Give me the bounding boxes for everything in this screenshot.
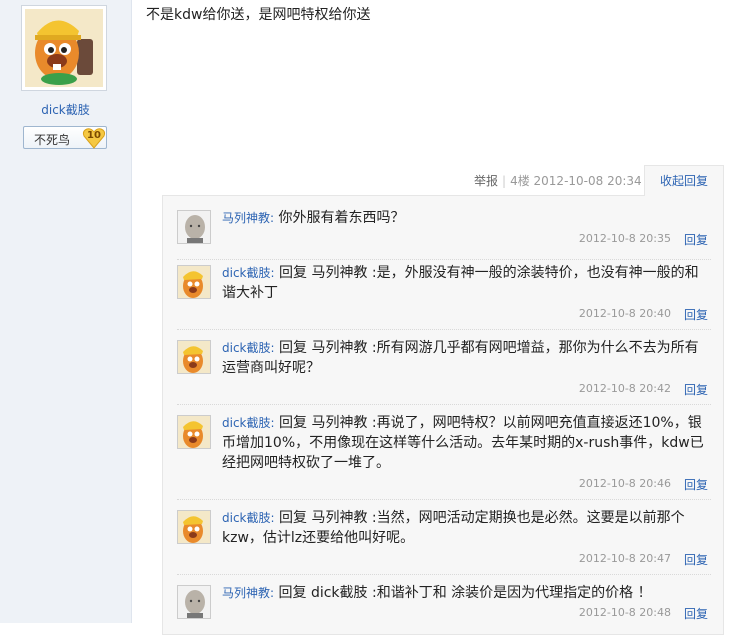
- post-content: 不是kdw给你送，是网吧特权给你送: [146, 7, 371, 23]
- reply-item: dick截肢: 回复 马列神教 :当然，网吧活动定期换也是必然。这要是以前那个k…: [177, 510, 711, 575]
- post-timestamp: 2012-10-08 20:34: [533, 174, 642, 188]
- reply-item: dick截肢: 回复 马列神教 :所有网游几乎都有网吧增益，那你为什么不去为所有…: [177, 340, 711, 405]
- reply-button[interactable]: 回复: [684, 605, 708, 622]
- reply-avatar[interactable]: [177, 340, 211, 374]
- beaver-avatar-icon: [25, 9, 103, 87]
- reply-username[interactable]: dick截肢:: [222, 511, 275, 525]
- reply-item: dick截肢: 回复 马列神教 :是，外服没有神一般的涂装特价，也没有神一般的和…: [177, 265, 711, 330]
- reply-timestamp: 2012-10-8 20:48: [578, 606, 671, 619]
- reply-body: dick截肢: 回复 马列神教 :再说了，网吧特权？以前网吧充值直接返还10%，…: [222, 413, 707, 473]
- reply-text: 回复 马列神教 :所有网游几乎都有网吧增益，那你为什么不去为所有运营商叫好呢？: [222, 340, 699, 376]
- beaver-avatar-icon: [178, 416, 210, 448]
- reply-username[interactable]: dick截肢:: [222, 416, 275, 430]
- reply-body: dick截肢: 回复 马列神教 :当然，网吧活动定期换也是必然。这要是以前那个k…: [222, 508, 707, 548]
- reply-avatar[interactable]: [177, 585, 211, 619]
- reply-username[interactable]: dick截肢:: [222, 266, 275, 280]
- post-meta: 举报 | 4楼 2012-10-08 20:34: [474, 172, 642, 189]
- reply-avatar[interactable]: [177, 415, 211, 449]
- reply-body: 马列神教: 回复 dick截肢 :和谐补丁和 涂装价是因为代理指定的价格 ！: [222, 583, 707, 603]
- rank-level-number: 10: [87, 130, 101, 141]
- reply-button[interactable]: 回复: [684, 231, 708, 248]
- reply-button[interactable]: 回复: [684, 551, 708, 568]
- reply-timestamp: 2012-10-8 20:47: [578, 552, 671, 565]
- reply-text: 回复 马列神教 :再说了，网吧特权？以前网吧充值直接返还10%，银币增加10%，…: [222, 415, 704, 471]
- reply-timestamp: 2012-10-8 20:35: [578, 232, 671, 245]
- beaver-avatar-icon: [178, 341, 210, 373]
- reply-text: 回复 马列神教 :当然，网吧活动定期换也是必然。这要是以前那个kzw，估计lz还…: [222, 510, 685, 546]
- collapse-replies-button[interactable]: 收起回复: [644, 165, 724, 196]
- reply-item: 马列神教: 你外服有着东西吗？ 2012-10-8 20:35 回复: [177, 210, 711, 260]
- author-sidebar: dick截肢 不死鸟 10: [0, 0, 132, 623]
- reply-item: 马列神教: 回复 dick截肢 :和谐补丁和 涂装价是因为代理指定的价格 ！ 2…: [177, 585, 711, 625]
- beaver-avatar-icon: [178, 266, 210, 298]
- reply-body: dick截肢: 回复 马列神教 :是，外服没有神一般的涂装特价，也没有神一般的和…: [222, 263, 707, 303]
- reply-avatar[interactable]: [177, 265, 211, 299]
- reply-timestamp: 2012-10-8 20:42: [578, 382, 671, 395]
- report-link[interactable]: 举报: [474, 174, 498, 188]
- author-username[interactable]: dick截肢: [0, 101, 131, 118]
- rank-badge[interactable]: 不死鸟 10: [23, 126, 107, 149]
- reply-body: 马列神教: 你外服有着东西吗？: [222, 208, 707, 228]
- reply-item: dick截肢: 回复 马列神教 :再说了，网吧特权？以前网吧充值直接返还10%，…: [177, 415, 711, 500]
- reply-text: 回复 dick截肢 :和谐补丁和 涂装价是因为代理指定的价格 ！: [278, 585, 652, 601]
- reply-body: dick截肢: 回复 马列神教 :所有网游几乎都有网吧增益，那你为什么不去为所有…: [222, 338, 707, 378]
- bald-man-avatar-icon: [178, 586, 210, 618]
- bald-man-avatar-icon: [178, 211, 210, 243]
- reply-timestamp: 2012-10-8 20:40: [578, 307, 671, 320]
- reply-timestamp: 2012-10-8 20:46: [578, 477, 671, 490]
- reply-username[interactable]: dick截肢:: [222, 341, 275, 355]
- reply-avatar[interactable]: [177, 210, 211, 244]
- beaver-avatar-icon: [178, 511, 210, 543]
- reply-username[interactable]: 马列神教:: [222, 586, 274, 600]
- reply-button[interactable]: 回复: [684, 306, 708, 323]
- author-avatar[interactable]: [21, 5, 107, 91]
- reply-text: 你外服有着东西吗？: [278, 210, 405, 226]
- reply-avatar[interactable]: [177, 510, 211, 544]
- reply-button[interactable]: 回复: [684, 476, 708, 493]
- meta-separator: |: [502, 174, 507, 188]
- rank-title: 不死鸟: [34, 133, 71, 147]
- reply-text: 回复 马列神教 :是，外服没有神一般的涂装特价，也没有神一般的和谐大补丁: [222, 265, 699, 301]
- floor-number: 4楼: [510, 174, 530, 188]
- reply-button[interactable]: 回复: [684, 381, 708, 398]
- rank-level-badge: 10: [82, 127, 106, 149]
- reply-username[interactable]: 马列神教:: [222, 211, 274, 225]
